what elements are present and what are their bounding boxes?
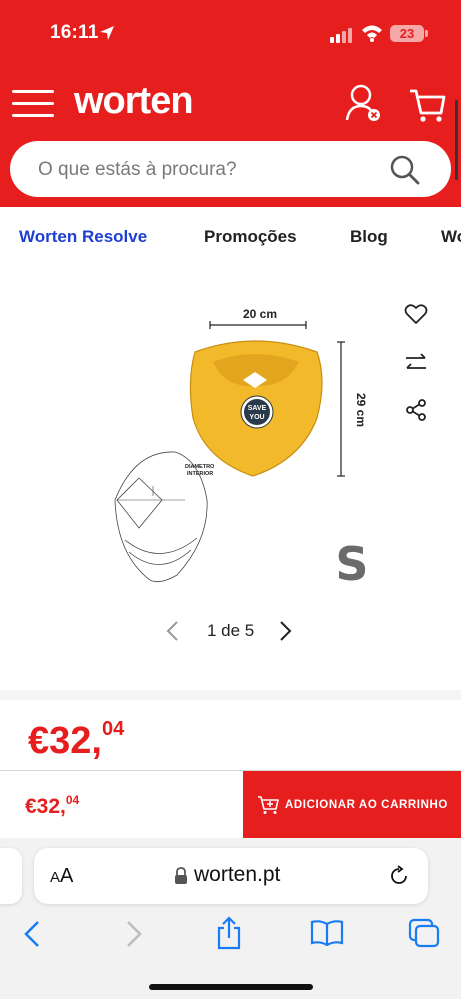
search-input[interactable]: O que estás à procura? — [10, 141, 451, 197]
search-placeholder: O que estás à procura? — [38, 159, 237, 180]
location-arrow-icon — [100, 26, 114, 40]
height-label: 29 cm — [354, 393, 368, 427]
price-decimal: 04 — [101, 718, 125, 740]
hamburger-icon[interactable] — [12, 90, 54, 120]
reader-options-button[interactable]: AA — [50, 865, 73, 888]
chevron-left-icon[interactable] — [165, 620, 179, 642]
tabs-icon[interactable] — [408, 918, 440, 948]
battery-cap — [425, 30, 428, 37]
bookmarks-icon[interactable] — [310, 920, 344, 946]
sticky-price-decimal: 04 — [65, 793, 80, 807]
gallery-pager: 1 de 5 — [165, 618, 300, 644]
section-divider — [0, 690, 461, 700]
status-time: 16:11 — [50, 22, 99, 43]
sticky-price: €32,04 — [25, 793, 79, 819]
cart-icon[interactable] — [408, 88, 446, 124]
tab-blog[interactable]: Blog — [350, 227, 388, 247]
size-label: S — [335, 537, 368, 590]
aa-small: A — [50, 869, 61, 886]
compare-icon[interactable] — [404, 352, 428, 374]
aa-large: A — [60, 865, 74, 887]
width-label: 20 cm — [243, 307, 277, 321]
price-integer: €32, — [28, 720, 102, 762]
svg-text:SAVE: SAVE — [248, 405, 267, 412]
tab-worten-resolve[interactable]: Worten Resolve — [19, 227, 147, 247]
category-nav: Worten Resolve Promoções Blog Wo — [0, 207, 461, 265]
home-indicator — [149, 984, 313, 990]
lock-icon — [175, 867, 187, 884]
browser-toolbar: AA worten.pt — [0, 838, 461, 999]
address-bar[interactable]: AA worten.pt — [34, 848, 428, 904]
page: 16:11 23 worten O que estás à procura? W… — [0, 0, 461, 999]
tab-promocoes[interactable]: Promoções — [204, 227, 297, 247]
cellular-signal-icon — [330, 28, 352, 43]
brand-logo[interactable]: worten — [74, 80, 194, 123]
sticky-price-integer: €32, — [25, 795, 66, 818]
product-price: €32,04 — [28, 718, 124, 763]
svg-text:YOU: YOU — [249, 414, 264, 421]
cart-add-icon — [258, 796, 279, 814]
status-bar: 16:11 23 — [0, 0, 461, 60]
add-to-cart-button[interactable]: ADICIONAR AO CARRINHO — [243, 771, 461, 839]
sticky-buy-bar: €32,04 ADICIONAR AO CARRINHO — [0, 770, 461, 839]
previous-tab-peek[interactable] — [0, 848, 22, 904]
back-icon[interactable] — [22, 920, 42, 948]
user-icon[interactable] — [345, 84, 381, 122]
reload-icon[interactable] — [388, 865, 410, 887]
search-icon[interactable] — [390, 155, 420, 185]
tab-partial[interactable]: Wo — [441, 227, 461, 247]
add-to-cart-label: ADICIONAR AO CARRINHO — [285, 799, 448, 811]
app-header: 16:11 23 worten O que estás à procura? — [0, 0, 461, 207]
wifi-icon — [362, 25, 382, 42]
heart-icon[interactable] — [404, 303, 428, 325]
battery-indicator: 23 — [390, 25, 424, 42]
share-sheet-icon[interactable] — [215, 916, 243, 950]
chevron-right-icon[interactable] — [279, 620, 293, 642]
scroll-indicator — [455, 100, 458, 180]
share-icon[interactable] — [404, 398, 428, 422]
product-image[interactable]: 20 cm 29 cm SAVE YOU DIAMETRO INTERIOR S — [105, 300, 385, 590]
forward-icon[interactable] — [124, 920, 144, 948]
url-text: worten.pt — [194, 863, 281, 886]
pager-text: 1 de 5 — [207, 621, 255, 640]
svg-text:DIAMETRO: DIAMETRO — [185, 464, 215, 470]
